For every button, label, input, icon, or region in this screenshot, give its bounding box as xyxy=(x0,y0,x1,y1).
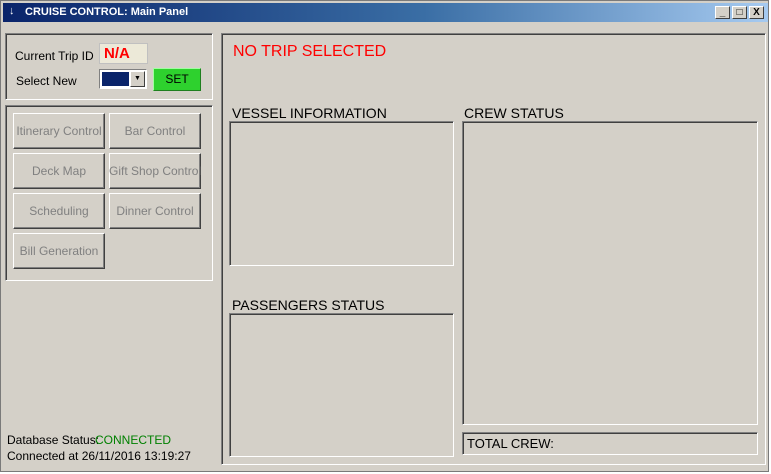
chevron-down-icon[interactable]: ▼ xyxy=(130,71,145,87)
deck-map-button[interactable]: Deck Map xyxy=(13,153,105,189)
select-new-label: Select New xyxy=(16,74,77,88)
vessel-info-box xyxy=(229,121,454,266)
app-icon: ↓ xyxy=(9,5,15,17)
window-title: CRUISE CONTROL: Main Panel xyxy=(25,6,189,18)
total-crew-label: TOTAL CREW: xyxy=(467,436,554,451)
db-status-label: Database Status: xyxy=(7,433,100,447)
maximize-button[interactable]: □ xyxy=(732,6,747,19)
total-crew-box: TOTAL CREW: xyxy=(462,432,758,455)
dinner-control-button[interactable]: Dinner Control xyxy=(109,193,201,229)
trip-status-text: NO TRIP SELECTED xyxy=(233,43,387,60)
vessel-info-label: VESSEL INFORMATION xyxy=(232,105,387,121)
set-button[interactable]: SET xyxy=(153,68,201,91)
close-button[interactable]: X xyxy=(749,6,764,19)
db-status-value: CONNECTED xyxy=(95,433,172,447)
trip-panel: Current Trip ID N/A Select New ▼ SET xyxy=(5,33,213,100)
passengers-status-box xyxy=(229,313,454,457)
current-trip-label: Current Trip ID xyxy=(15,49,94,63)
passengers-status-label: PASSENGERS STATUS xyxy=(232,297,385,313)
trip-select[interactable]: ▼ xyxy=(99,69,147,89)
itinerary-control-button[interactable]: Itinerary Control xyxy=(13,113,105,149)
bar-control-button[interactable]: Bar Control xyxy=(109,113,201,149)
bill-generation-button[interactable]: Bill Generation xyxy=(13,233,105,269)
crew-status-box xyxy=(462,121,758,425)
minimize-button[interactable]: _ xyxy=(715,6,730,19)
connected-at-text: Connected at 26/11/2016 13:19:27 xyxy=(7,449,191,463)
main-window: ↓ CRUISE CONTROL: Main Panel _ □ X Curre… xyxy=(0,0,769,472)
trip-select-value xyxy=(102,72,129,86)
current-trip-value: N/A xyxy=(99,43,148,64)
crew-status-label: CREW STATUS xyxy=(464,105,564,121)
title-bar[interactable]: ↓ CRUISE CONTROL: Main Panel _ □ X xyxy=(3,3,768,22)
nav-panel: Itinerary Control Bar Control Deck Map G… xyxy=(5,105,213,281)
gift-shop-control-button[interactable]: Gift Shop Control xyxy=(109,153,201,189)
main-panel: NO TRIP SELECTED VESSEL INFORMATION PASS… xyxy=(221,33,766,465)
scheduling-button[interactable]: Scheduling xyxy=(13,193,105,229)
